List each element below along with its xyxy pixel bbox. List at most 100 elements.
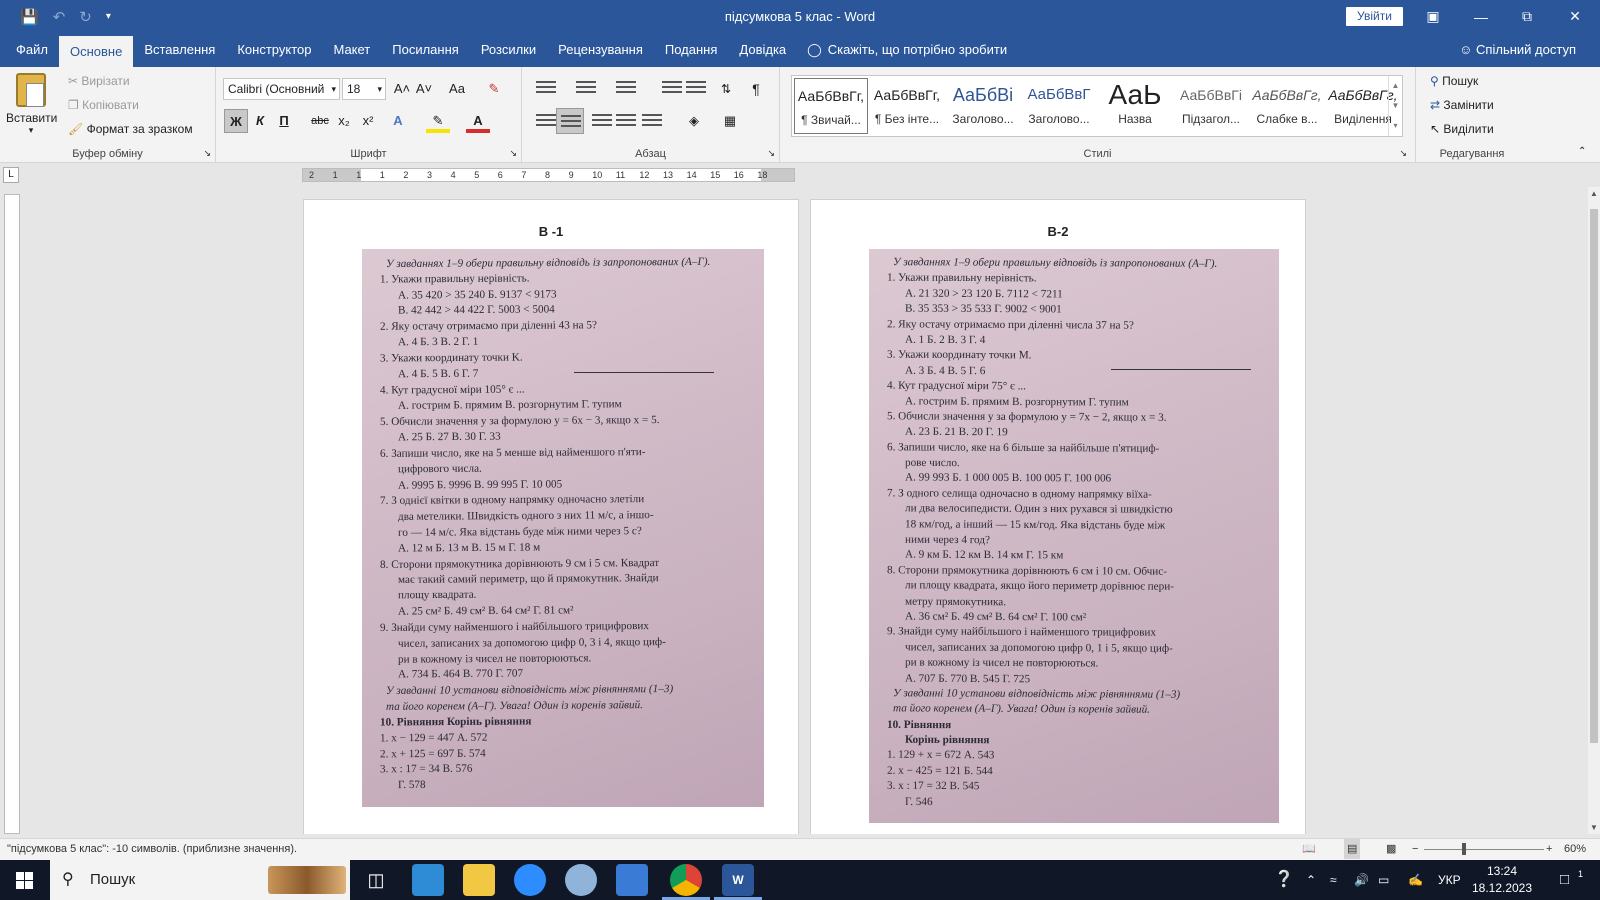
tab-selector[interactable]: L [3,167,19,183]
find-button[interactable]: ⚲ Пошук [1430,74,1478,88]
volume-icon[interactable]: 🔊 [1354,860,1369,900]
replace-button[interactable]: ⇄ Замінити [1430,98,1494,112]
align-right-icon[interactable] [592,114,612,130]
word-app-icon[interactable]: W [714,864,762,900]
font-launcher-icon[interactable]: ↘ [509,148,517,159]
align-left-icon[interactable] [536,114,556,130]
style-title[interactable]: АаЬ Назва [1098,78,1172,134]
vertical-scrollbar[interactable]: ▲ ▼ [1588,187,1600,834]
tab-references[interactable]: Посилання [381,33,470,67]
cut-button[interactable]: ✂ Вирізати [68,74,130,88]
start-button[interactable] [0,860,48,900]
tab-insert[interactable]: Вставлення [133,33,226,67]
multilevel-list-icon[interactable] [616,81,636,97]
paragraph-launcher-icon[interactable]: ↘ [767,148,775,159]
styles-scroll-icon[interactable]: ▲ ▼ ▾ [1388,76,1402,136]
print-layout-icon[interactable]: ▤ [1344,839,1361,859]
scroll-up-icon[interactable]: ▲ [1588,189,1600,198]
zoom-slider[interactable] [1424,849,1544,850]
copy-button[interactable]: ❐ Копіювати [68,98,139,112]
borders-icon[interactable]: ▦ [718,109,742,133]
notifications-icon[interactable]: □ [1560,860,1569,900]
tray-overflow-icon[interactable]: ⌃ [1306,860,1316,900]
superscript-button[interactable]: x² [356,109,380,133]
file-explorer-icon[interactable] [463,864,495,896]
font-size-select[interactable]: 18 ▾ [342,78,386,100]
document-area[interactable]: В -1 У завданнях 1–9 обери правильну від… [22,187,1588,834]
align-center-button[interactable] [556,108,584,134]
font-color-icon[interactable]: A [466,109,490,133]
tab-layout[interactable]: Макет [322,33,381,67]
read-mode-icon[interactable]: 📖 [1302,839,1316,859]
tab-design[interactable]: Конструктор [226,33,322,67]
customize-toolbar-icon[interactable]: ▾ [106,11,111,22]
task-view-icon[interactable]: ◫ [360,864,392,896]
battery-icon[interactable]: ▭ [1378,860,1389,900]
bullets-icon[interactable] [536,81,556,97]
clipboard-launcher-icon[interactable]: ↘ [203,148,211,159]
underline-button[interactable]: П [272,109,296,133]
collapse-ribbon-icon[interactable]: ⌃ [1578,146,1586,157]
pen-icon[interactable]: ✍ [1408,860,1423,900]
style-normal[interactable]: АаБбВвГг, ¶ Звичай... [794,78,868,134]
restore-button[interactable]: ⧉ [1504,0,1550,33]
horizontal-ruler[interactable]: 2 1 1 1 2 3 4 5 6 7 8 9 10 11 12 13 14 15 16 18 [302,168,795,182]
font-family-select[interactable]: Calibri (Основний ▾ [223,78,340,100]
help-icon[interactable]: ❔ [1274,860,1294,900]
tab-review[interactable]: Рецензування [547,33,654,67]
ribbon-display-options-icon[interactable]: ▣ [1410,0,1456,33]
tab-mailings[interactable]: Розсилки [470,33,547,67]
style-no-spacing[interactable]: АаБбВвГг, ¶ Без інте... [870,78,944,134]
save-icon[interactable]: 💾 [20,8,39,26]
sort-icon[interactable]: ⇅ [714,77,738,101]
worksheet-photo[interactable]: У завданнях 1–9 обери правильну відповід… [362,249,764,807]
clock[interactable]: 13:24 18.12.2023 [1470,863,1534,897]
shrink-font-button[interactable]: A˅ [412,77,436,101]
style-heading-2[interactable]: АаБбВвГ Заголово... [1022,78,1096,134]
language-indicator[interactable]: УКР [1438,860,1461,900]
select-button[interactable]: ↖ Виділити [1430,122,1494,136]
clear-formatting-icon[interactable]: ✎ [482,77,506,101]
undo-icon[interactable]: ↶ [53,8,66,26]
tab-view[interactable]: Подання [654,33,729,67]
subscript-button[interactable]: x₂ [332,109,356,133]
format-painter-button[interactable]: 🖌 Формат за зразком [68,122,193,136]
justify-icon[interactable] [616,114,636,130]
web-layout-icon[interactable]: ▩ [1386,839,1396,859]
share-button[interactable]: ☺ Спільний доступ [1459,33,1576,67]
zoom-app-icon[interactable] [514,864,546,896]
word-count-status[interactable]: "підсумкова 5 клас": -10 символів. (приб… [7,839,297,859]
paste-button[interactable]: Вставити ▾ [6,73,57,136]
wifi-icon[interactable]: ≈ [1330,860,1337,900]
styles-launcher-icon[interactable]: ↘ [1399,148,1407,159]
zoom-in-icon[interactable]: + [1546,839,1552,859]
scroll-down-icon[interactable]: ▼ [1588,823,1600,832]
increase-indent-icon[interactable] [686,81,706,97]
tell-me-search[interactable]: ◯ Скажіть, що потрібно зробити [807,33,1007,67]
highlight-color-icon[interactable]: ✎ [426,109,450,133]
italic-button[interactable]: К [248,109,272,133]
sign-in-button[interactable]: Увійти [1346,7,1403,26]
chrome-icon[interactable] [662,864,710,900]
tab-help[interactable]: Довідка [728,33,797,67]
zoom-slider-thumb[interactable] [1462,843,1466,855]
tab-file[interactable]: Файл [0,33,59,67]
style-heading-1[interactable]: АаБбВі Заголово... [946,78,1020,134]
zoom-out-icon[interactable]: − [1412,839,1418,859]
show-formatting-icon[interactable]: ¶ [744,77,768,101]
decrease-indent-icon[interactable] [662,81,682,97]
line-spacing-icon[interactable] [642,114,662,130]
minimize-button[interactable]: — [1458,0,1504,33]
grow-font-button[interactable]: A˄ [390,77,414,101]
mybo-app-icon[interactable] [412,864,444,896]
numbering-icon[interactable] [576,81,596,97]
calculator-icon[interactable] [616,864,648,896]
tab-home[interactable]: Основне [58,36,134,67]
style-subtle-emphasis[interactable]: АаБбВвГг, Слабке в... [1250,78,1324,134]
scroll-thumb[interactable] [1590,209,1598,743]
redo-icon[interactable]: ↻ [79,8,92,26]
strikethrough-button[interactable]: abc [308,109,332,133]
paint-app-icon[interactable] [565,864,597,896]
taskbar-search[interactable]: ⚲ Пошук [50,860,350,900]
close-button[interactable]: ✕ [1552,0,1598,33]
